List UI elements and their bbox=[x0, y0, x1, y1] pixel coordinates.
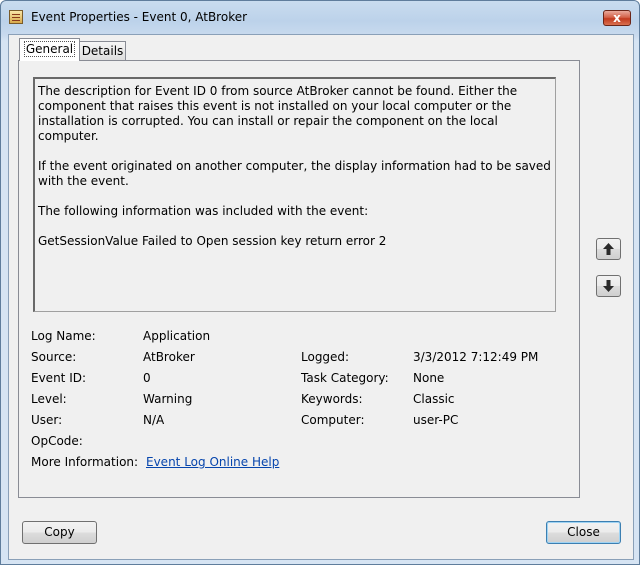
computer-value: user-PC bbox=[413, 413, 459, 427]
event-description-box[interactable]: The description for Event ID 0 from sour… bbox=[33, 77, 556, 312]
description-paragraph: The description for Event ID 0 from sour… bbox=[38, 84, 518, 143]
event-properties-window: Event Properties - Event 0, AtBroker x G… bbox=[0, 0, 640, 565]
level-label: Level: bbox=[31, 392, 67, 406]
description-paragraph: GetSessionValue Failed to Open session k… bbox=[38, 234, 387, 248]
logged-label: Logged: bbox=[301, 350, 350, 364]
event-id-value: 0 bbox=[143, 371, 151, 385]
title-bar[interactable]: Event Properties - Event 0, AtBroker x bbox=[1, 1, 639, 35]
event-log-online-help-link[interactable]: Event Log Online Help bbox=[146, 455, 279, 469]
arrow-up-icon bbox=[603, 243, 614, 255]
event-viewer-icon bbox=[9, 10, 23, 24]
close-button[interactable]: Close bbox=[546, 521, 621, 544]
task-category-label: Task Category: bbox=[301, 371, 389, 385]
previous-event-button[interactable] bbox=[596, 238, 621, 260]
tab-general-label: General bbox=[23, 41, 76, 57]
dialog-client-area: General Details The description for Even… bbox=[8, 34, 634, 560]
tab-details[interactable]: Details bbox=[79, 41, 126, 61]
log-name-value: Application bbox=[143, 329, 211, 343]
tab-general[interactable]: General bbox=[19, 38, 80, 61]
next-event-button[interactable] bbox=[596, 275, 621, 297]
arrow-down-icon bbox=[603, 280, 614, 292]
task-category-value: None bbox=[413, 371, 445, 385]
level-value: Warning bbox=[143, 392, 193, 406]
opcode-label: OpCode: bbox=[31, 434, 83, 448]
log-name-label: Log Name: bbox=[31, 329, 96, 343]
keywords-label: Keywords: bbox=[301, 392, 363, 406]
event-id-label: Event ID: bbox=[31, 371, 87, 385]
keywords-value: Classic bbox=[413, 392, 455, 406]
description-paragraph: The following information was included w… bbox=[38, 204, 369, 218]
source-value: AtBroker bbox=[143, 350, 195, 364]
copy-button[interactable]: Copy bbox=[22, 521, 97, 544]
user-value: N/A bbox=[143, 413, 165, 427]
logged-value: 3/3/2012 7:12:49 PM bbox=[413, 350, 539, 364]
description-paragraph: If the event originated on another compu… bbox=[38, 159, 551, 188]
window-close-button[interactable]: x bbox=[603, 10, 631, 26]
window-title: Event Properties - Event 0, AtBroker bbox=[31, 10, 248, 24]
more-information-label: More Information: bbox=[31, 455, 139, 469]
general-tab-panel: The description for Event ID 0 from sour… bbox=[18, 60, 580, 498]
source-label: Source: bbox=[31, 350, 77, 364]
user-label: User: bbox=[31, 413, 63, 427]
computer-label: Computer: bbox=[301, 413, 365, 427]
